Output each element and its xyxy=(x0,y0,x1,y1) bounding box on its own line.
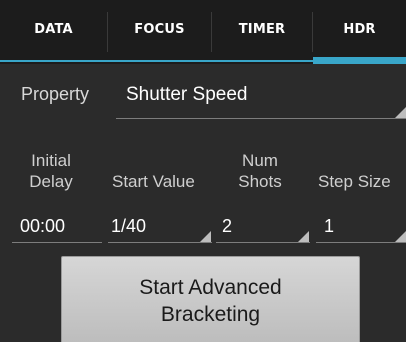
num-shots-value: 2 xyxy=(222,216,233,236)
start-advanced-bracketing-button[interactable]: Start Advanced Bracketing xyxy=(61,256,360,342)
spinner-arrow-icon xyxy=(395,231,406,242)
start-value-header: Start Value xyxy=(112,172,195,191)
property-spinner-value: Shutter Speed xyxy=(126,84,248,105)
start-value-value: 1/40 xyxy=(111,216,147,236)
num-shots-header: Num Shots xyxy=(238,151,282,191)
step-size-header: Step Size xyxy=(318,172,391,191)
initial-delay-underline xyxy=(12,242,102,243)
tab-data[interactable]: DATA xyxy=(0,0,107,64)
num-shots-underline xyxy=(216,242,310,243)
tab-data-label: DATA xyxy=(34,21,73,37)
spinner-arrow-icon xyxy=(298,231,309,242)
property-label: Property xyxy=(21,84,90,104)
spinner-arrow-icon xyxy=(200,231,211,242)
tab-selected-indicator xyxy=(313,57,406,64)
spinner-arrow-icon xyxy=(395,107,406,118)
property-spinner-underline xyxy=(116,118,406,119)
tab-focus-label: FOCUS xyxy=(134,21,185,37)
tab-timer-label: TIMER xyxy=(238,21,286,37)
initial-delay-value: 00:00 xyxy=(20,216,66,236)
tab-bar: DATA FOCUS TIMER HDR xyxy=(0,0,406,64)
start-button-label: Start Advanced Bracketing xyxy=(139,275,282,326)
tab-timer[interactable]: TIMER xyxy=(212,0,312,64)
initial-delay-header: Initial Delay xyxy=(29,151,73,191)
tab-hdr[interactable]: HDR xyxy=(313,0,406,64)
tab-hdr-label: HDR xyxy=(343,21,376,37)
step-size-underline xyxy=(316,242,406,243)
step-size-value: 1 xyxy=(324,216,335,236)
tab-focus[interactable]: FOCUS xyxy=(108,0,211,64)
start-value-underline xyxy=(108,242,212,243)
